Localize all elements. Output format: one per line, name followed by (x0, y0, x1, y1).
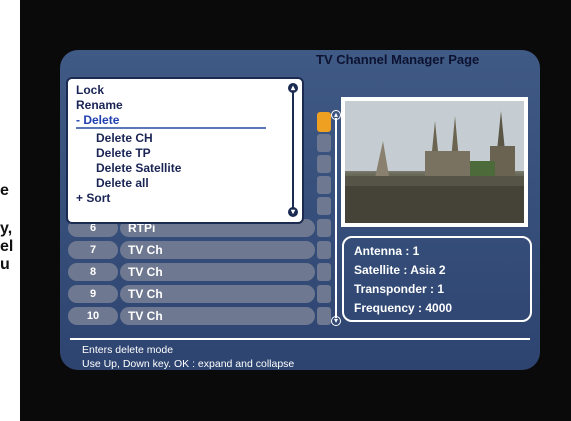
menu-item-delete-ch[interactable]: Delete CH (96, 131, 153, 145)
cathedral-scene-icon (345, 101, 524, 223)
flag-tab (317, 219, 331, 237)
preview-image (345, 101, 524, 223)
selection-marker (317, 112, 331, 132)
scroll-track (335, 118, 337, 318)
channel-number: 7 (68, 241, 118, 259)
menu-item-delete-satellite[interactable]: Delete Satellite (96, 161, 181, 175)
frequency-value: Frequency : 4000 (354, 301, 453, 315)
channel-name: TV Ch (120, 285, 315, 303)
menu-scrollbar[interactable]: ▴ ▾ (288, 83, 298, 217)
cropped-text-1: e (0, 182, 9, 199)
flag-tab (317, 263, 331, 281)
scroll-track (292, 91, 294, 209)
channel-name: TV Ch (120, 241, 315, 259)
help-line-1: Enters delete mode (82, 344, 174, 356)
cropped-text-2: y, (0, 220, 13, 237)
tv-screen: TV Channel Manager Page 6 RTPi 7 TV Ch 8… (20, 0, 571, 421)
menu-item-label: Delete (83, 113, 120, 127)
transponder-value: Transponder : 1 (354, 282, 445, 296)
page-title: TV Channel Manager Page (316, 52, 480, 67)
context-menu: Lock Rename - Delete Delete CH Delete TP… (66, 77, 304, 224)
signal-info-box: Antenna : 1 Satellite : Asia 2 Transpond… (342, 236, 532, 322)
cropped-text-4: u (0, 256, 10, 273)
channel-number: 10 (68, 307, 118, 325)
menu-item-delete-tp[interactable]: Delete TP (96, 146, 151, 160)
flag-tab (317, 134, 331, 152)
flag-tab (317, 197, 331, 215)
menu-item-rename[interactable]: Rename (76, 98, 123, 112)
help-divider (70, 338, 530, 340)
menu-item-lock[interactable]: Lock (76, 83, 104, 97)
channel-preview (341, 97, 528, 227)
channel-name: TV Ch (120, 307, 315, 325)
flag-tab (317, 241, 331, 259)
channel-number: 9 (68, 285, 118, 303)
flag-tab (317, 155, 331, 173)
satellite-value: Satellite : Asia 2 (354, 263, 446, 277)
expand-icon: + (76, 191, 84, 205)
flag-tab (317, 307, 331, 325)
cropped-text-3: el (0, 238, 14, 255)
channel-number: 8 (68, 263, 118, 281)
flag-tab (317, 176, 331, 194)
help-line-2: Use Up, Down key. OK : expand and collap… (82, 358, 295, 370)
collapse-icon: - (76, 113, 80, 127)
antenna-value: Antenna : 1 (354, 244, 420, 258)
menu-item-delete-all[interactable]: Delete all (96, 176, 149, 190)
menu-item-delete[interactable]: - Delete (76, 113, 266, 129)
menu-item-sort[interactable]: + Sort (76, 191, 110, 205)
channel-list-scrollbar[interactable]: ▴ ▾ (331, 110, 341, 326)
scroll-down-icon[interactable]: ▾ (331, 316, 341, 326)
menu-item-label: Sort (86, 191, 111, 205)
channel-name: TV Ch (120, 263, 315, 281)
flag-tab (317, 285, 331, 303)
scroll-down-icon[interactable]: ▾ (288, 207, 298, 217)
